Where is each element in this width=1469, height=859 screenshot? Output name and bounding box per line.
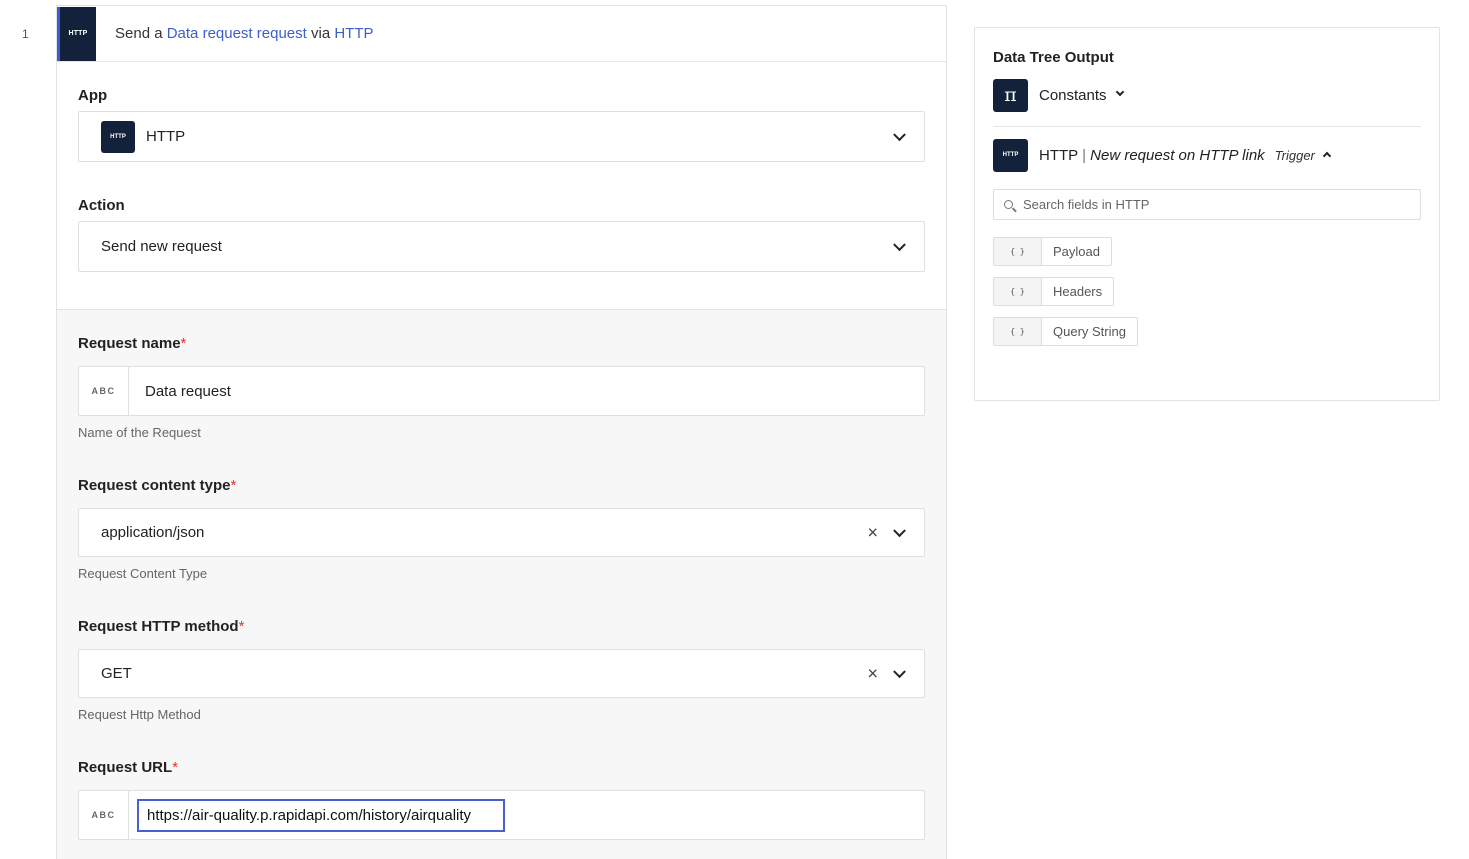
- http-method-value: GET: [101, 665, 132, 682]
- action-select-value: Send new request: [101, 238, 222, 255]
- app-label: App: [78, 87, 108, 104]
- step-card: HTTP Send a Data request request via HTT…: [56, 5, 947, 859]
- text-type-icon: ABC: [79, 791, 129, 839]
- content-type-label: Request content type*: [78, 477, 237, 494]
- request-fields-section: Request name* ABC Data request Name of t…: [57, 310, 946, 859]
- object-icon: { }: [994, 278, 1042, 305]
- search-fields-input[interactable]: Search fields in HTTP: [993, 189, 1421, 220]
- request-url-input[interactable]: ABC https://air-quality.p.rapidapi.com/h…: [78, 790, 925, 840]
- step-title-app-link[interactable]: HTTP: [334, 25, 373, 42]
- http-method-select[interactable]: GET ×: [78, 649, 925, 698]
- app-action-section: App HTTP HTTP Action Send new request: [57, 62, 946, 310]
- request-url-value[interactable]: https://air-quality.p.rapidapi.com/histo…: [137, 798, 505, 832]
- step-number: 1: [22, 27, 29, 41]
- http-logo-icon: HTTP: [993, 138, 1028, 172]
- divider: [993, 126, 1421, 127]
- field-chip-query-string[interactable]: { } Query String: [993, 317, 1138, 346]
- app-select-value: HTTP: [146, 128, 186, 145]
- search-icon: [1004, 200, 1013, 209]
- data-tree-panel: Data Tree Output π Constants HTTP HTTP |…: [974, 27, 1440, 401]
- step-header[interactable]: HTTP Send a Data request request via HTT…: [57, 6, 946, 62]
- request-url-label: Request URL*: [78, 759, 179, 776]
- object-icon: { }: [994, 318, 1042, 345]
- text-type-icon: ABC: [79, 367, 129, 415]
- chevron-down-icon: [893, 523, 906, 537]
- clear-icon[interactable]: ×: [867, 523, 878, 541]
- request-name-label: Request name*: [78, 335, 187, 352]
- object-icon: { }: [994, 238, 1042, 265]
- field-chip-payload[interactable]: { } Payload: [993, 237, 1112, 266]
- http-app-icon: HTTP: [101, 120, 135, 153]
- app-select[interactable]: HTTP HTTP: [78, 111, 925, 162]
- content-type-help: Request Content Type: [78, 566, 208, 581]
- chevron-down-icon: [1115, 87, 1124, 97]
- action-label: Action: [78, 197, 125, 214]
- chevron-down-icon: [893, 237, 906, 251]
- content-type-value: application/json: [101, 524, 205, 541]
- request-name-input[interactable]: ABC Data request: [78, 366, 925, 416]
- constants-row[interactable]: π Constants: [993, 78, 1421, 112]
- field-list: { } Payload { } Headers { } Query String: [993, 237, 1421, 346]
- chevron-down-icon: [893, 664, 906, 678]
- chevron-up-icon: [1322, 151, 1332, 161]
- http-source-label: HTTP | New request on HTTP link: [1039, 146, 1265, 164]
- constants-label: Constants: [1039, 86, 1107, 104]
- clear-icon[interactable]: ×: [867, 664, 878, 682]
- step-title-request-link[interactable]: Data request request: [167, 25, 307, 42]
- data-tree-title: Data Tree Output: [993, 49, 1114, 66]
- trigger-badge: Trigger: [1274, 147, 1315, 163]
- http-method-label: Request HTTP method*: [78, 618, 245, 635]
- http-source-row[interactable]: HTTP HTTP | New request on HTTP link Tri…: [993, 138, 1421, 172]
- chevron-down-icon: [893, 127, 906, 141]
- request-name-value: Data request: [145, 382, 231, 400]
- content-type-select[interactable]: application/json ×: [78, 508, 925, 557]
- pi-icon: π: [993, 78, 1028, 112]
- http-method-help: Request Http Method: [78, 707, 201, 722]
- field-chip-headers[interactable]: { } Headers: [993, 277, 1115, 306]
- search-placeholder: Search fields in HTTP: [1023, 197, 1150, 212]
- action-select[interactable]: Send new request: [78, 221, 925, 272]
- request-name-help: Name of the Request: [78, 425, 201, 440]
- http-logo-icon: HTTP: [57, 6, 96, 61]
- step-title: Send a Data request request via HTTP: [115, 25, 374, 42]
